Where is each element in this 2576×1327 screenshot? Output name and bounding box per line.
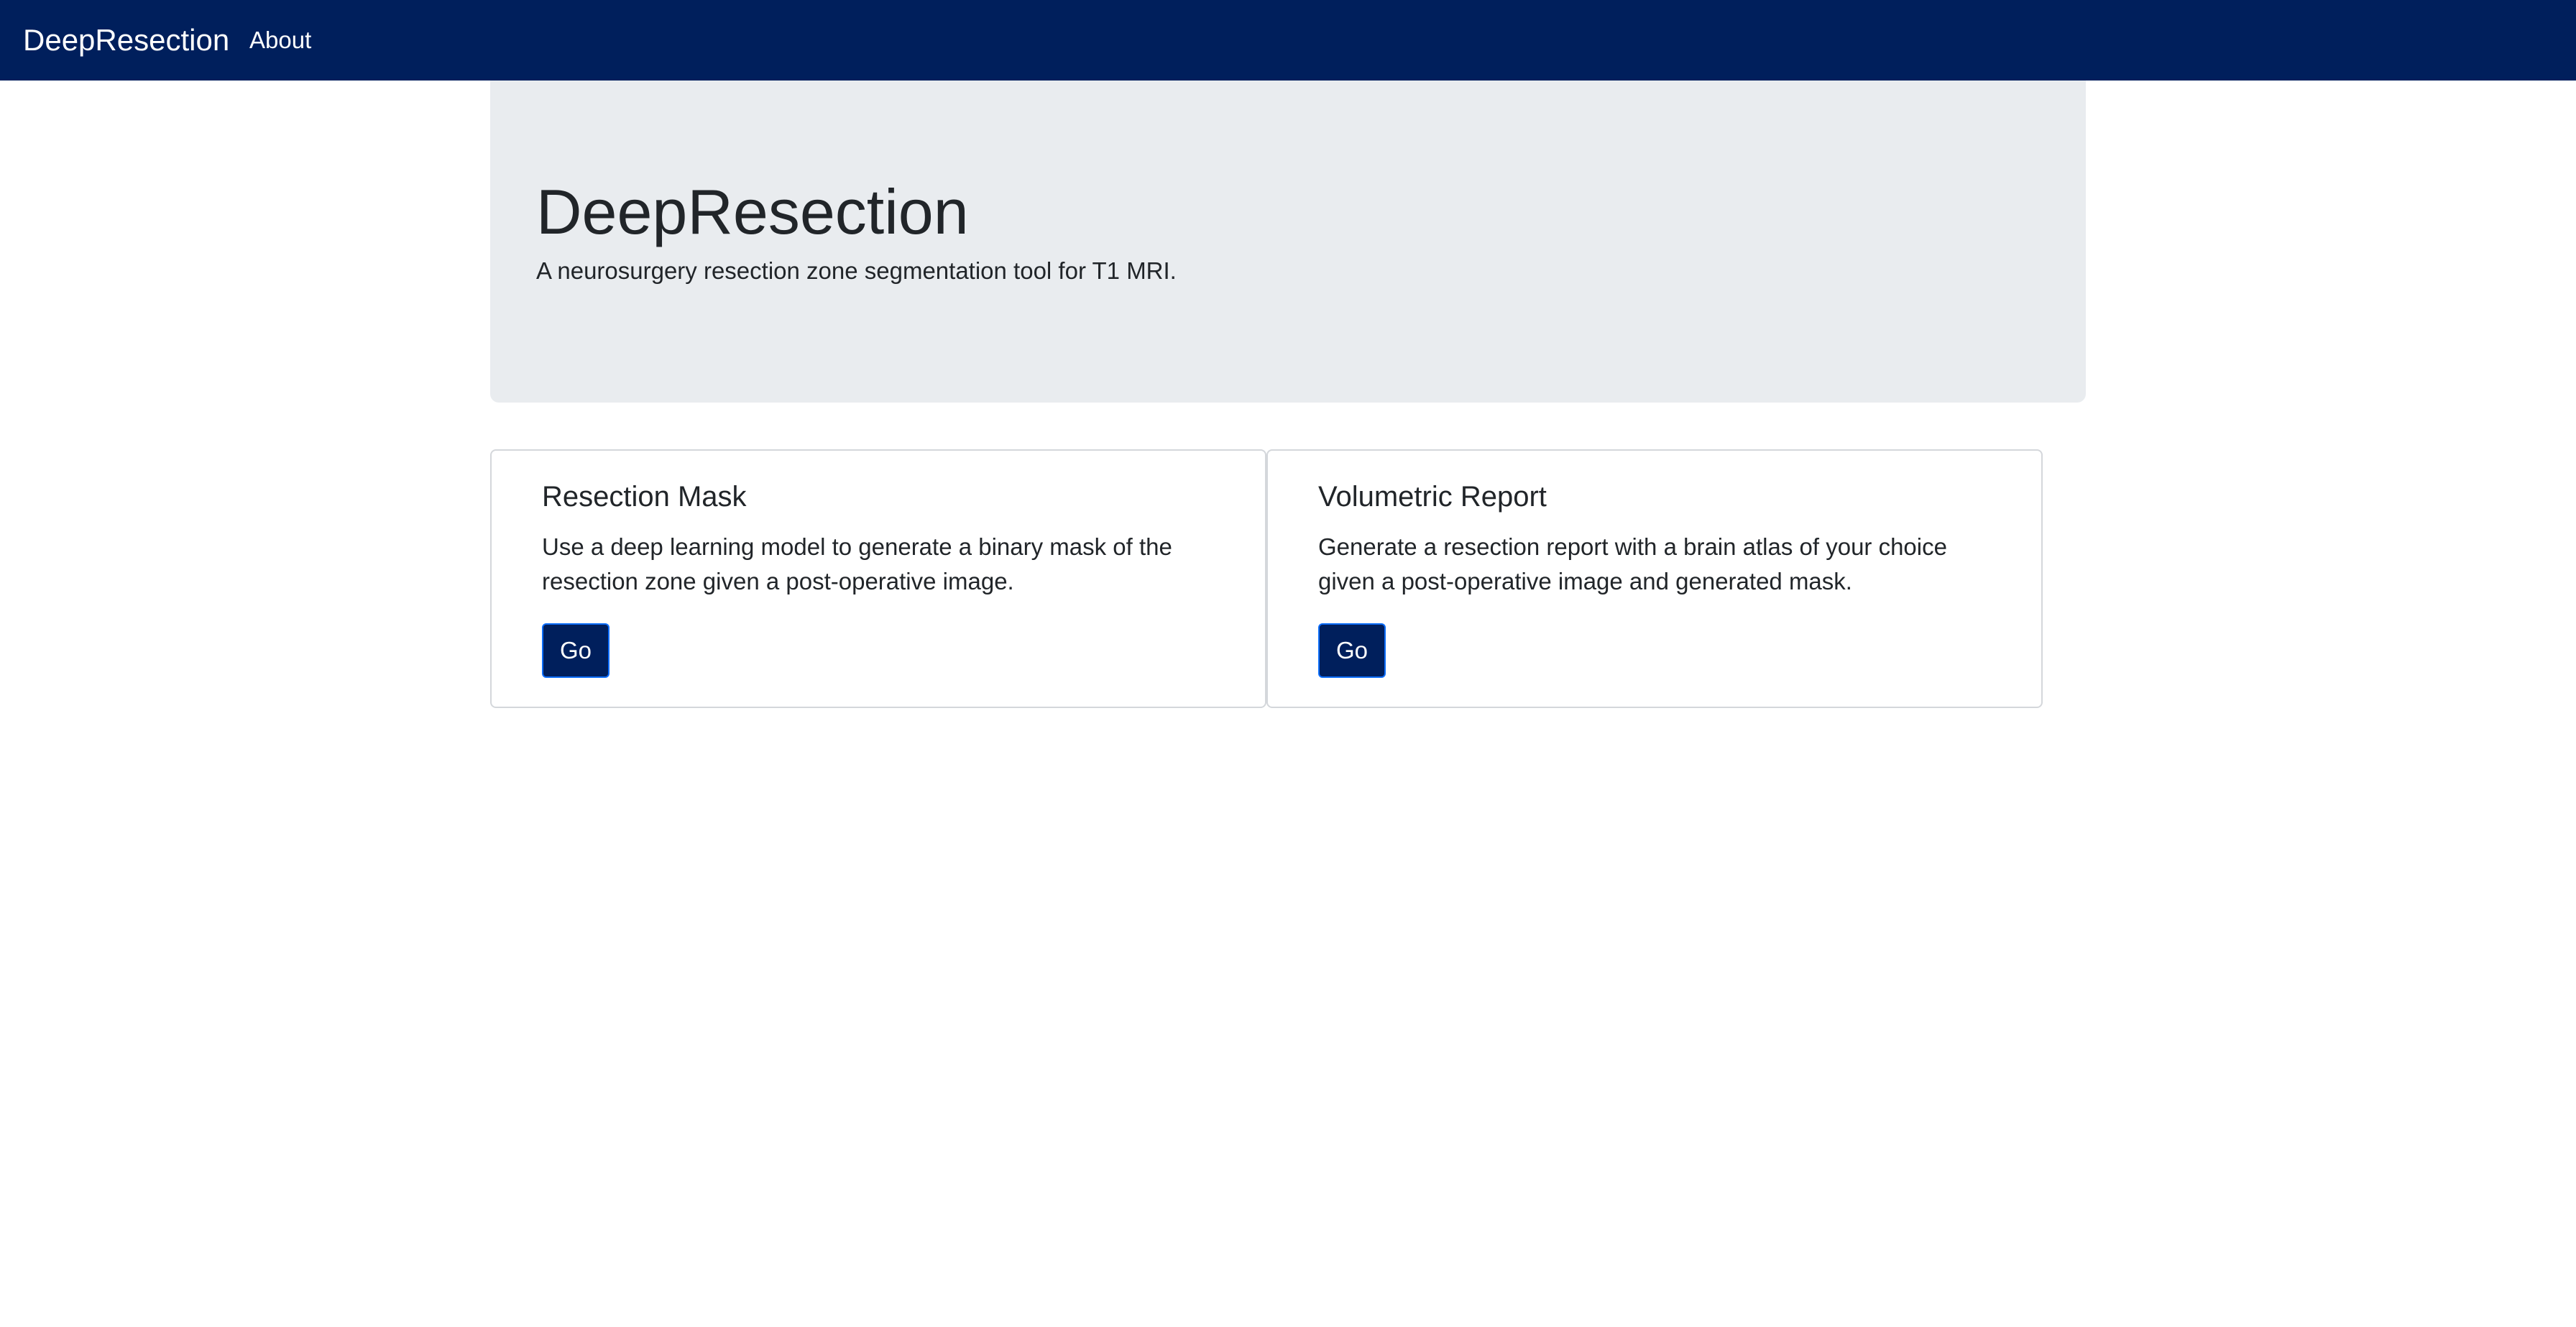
card-resection-mask: Resection Mask Use a deep learning model… — [490, 449, 1266, 708]
nav-link-about[interactable]: About — [249, 0, 311, 81]
navbar-brand[interactable]: DeepResection — [23, 0, 229, 81]
page-lead: A neurosurgery resection zone segmentati… — [536, 257, 1177, 284]
card-volumetric-report: Volumetric Report Generate a resection r… — [1266, 449, 2043, 708]
card-title: Resection Mask — [542, 481, 747, 513]
go-button-volumetric-report[interactable]: Go — [1318, 623, 1386, 678]
top-navbar: DeepResection About — [0, 0, 2576, 81]
hero-jumbotron: DeepResection A neurosurgery resection z… — [490, 81, 2086, 403]
page-title: DeepResection — [536, 176, 969, 247]
card-title: Volumetric Report — [1318, 481, 1547, 513]
card-text: Generate a resection report with a brain… — [1318, 533, 1947, 594]
card-text: Use a deep learning model to generate a … — [542, 533, 1172, 594]
go-button-resection-mask[interactable]: Go — [542, 623, 610, 678]
